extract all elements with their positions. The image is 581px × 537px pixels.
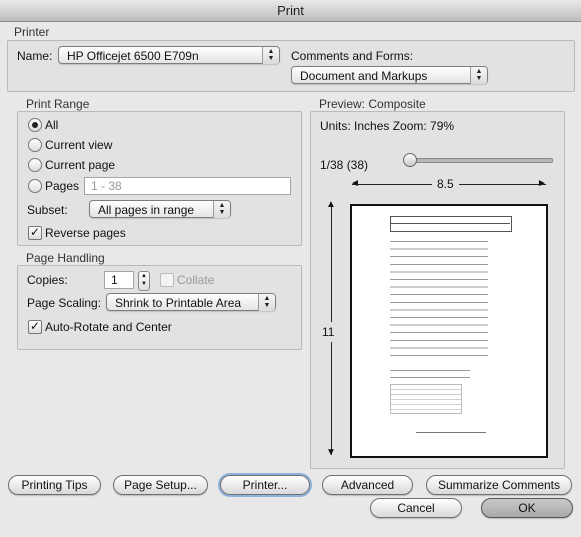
- advanced-button[interactable]: Advanced: [322, 475, 413, 495]
- collate-label: Collate: [177, 273, 215, 287]
- radio-all[interactable]: [28, 118, 42, 132]
- radio-current-page[interactable]: [28, 158, 42, 172]
- reverse-pages-label: Reverse pages: [45, 226, 126, 240]
- printer-name-popup[interactable]: HP Officejet 6500 E709n ▲ ▼: [58, 46, 280, 64]
- copies-label: Copies:: [27, 273, 68, 287]
- page-setup-button[interactable]: Page Setup...: [113, 475, 208, 495]
- thumb-form-image: [390, 384, 462, 414]
- subset-value: All pages in range: [98, 203, 195, 217]
- page-slider-track[interactable]: [405, 158, 553, 163]
- page-scaling-label: Page Scaling:: [27, 296, 102, 310]
- printer-name-value: HP Officejet 6500 E709n: [67, 49, 199, 63]
- down-arrow-icon: ▼: [326, 447, 336, 458]
- right-arrow-icon: ►: [537, 178, 547, 189]
- units-zoom-text: Units: Inches Zoom: 79%: [320, 119, 455, 133]
- ok-button[interactable]: OK: [481, 498, 573, 518]
- page-counter: 1/38 (38): [320, 158, 369, 172]
- stepper-arrows-icon[interactable]: ▲ ▼: [138, 271, 150, 291]
- radio-all-label: All: [45, 118, 59, 132]
- up-down-chevron-icon: ▲ ▼: [262, 47, 279, 64]
- radio-pages-label: Pages: [45, 179, 80, 193]
- up-down-chevron-icon: ▲ ▼: [470, 67, 487, 84]
- page-scaling-popup[interactable]: Shrink to Printable Area ▲ ▼: [106, 293, 276, 311]
- radio-current-view-label: Current view: [45, 138, 113, 152]
- up-down-chevron-icon: ▲ ▼: [258, 294, 275, 311]
- up-arrow-icon: ▲: [326, 199, 336, 210]
- printer-button[interactable]: Printer...: [220, 475, 310, 495]
- height-dimension-label: 11: [322, 322, 335, 342]
- pages-input[interactable]: 1 - 38: [84, 177, 291, 195]
- cancel-button[interactable]: Cancel: [370, 498, 462, 518]
- page-slider-knob[interactable]: [403, 153, 417, 167]
- page-handling-label: Page Handling: [26, 251, 105, 265]
- preview-page-thumbnail: [350, 204, 548, 458]
- reverse-pages-checkbox[interactable]: ✓: [28, 226, 42, 240]
- thumb-line: [390, 223, 510, 224]
- checkmark-icon: ✓: [29, 225, 41, 239]
- radio-current-view[interactable]: [28, 138, 42, 152]
- subset-label: Subset:: [27, 203, 68, 217]
- comments-forms-label: Comments and Forms:: [291, 49, 414, 63]
- printer-name-label: Name:: [17, 49, 53, 63]
- thumb-notes: [390, 366, 470, 380]
- radio-pages[interactable]: [28, 179, 42, 193]
- radio-current-page-label: Current page: [45, 158, 116, 172]
- left-arrow-icon: ◄: [350, 178, 360, 189]
- copies-input[interactable]: 1: [104, 271, 134, 289]
- subset-popup[interactable]: All pages in range ▲ ▼: [89, 200, 231, 218]
- thumb-header-box: [390, 216, 512, 232]
- summarize-comments-button[interactable]: Summarize Comments: [426, 475, 572, 495]
- print-range-label: Print Range: [26, 97, 90, 111]
- preview-label: Preview: Composite: [319, 97, 426, 111]
- printing-tips-button[interactable]: Printing Tips: [8, 475, 101, 495]
- page-scaling-value: Shrink to Printable Area: [115, 296, 242, 310]
- checkmark-icon: ✓: [29, 319, 41, 333]
- collate-checkbox[interactable]: [160, 273, 174, 287]
- printer-section-label: Printer: [14, 25, 50, 39]
- auto-rotate-checkbox[interactable]: ✓: [28, 320, 42, 334]
- thumb-text-column-left: [390, 236, 444, 356]
- thumb-footer-line: [416, 432, 486, 433]
- comments-forms-value: Document and Markups: [300, 69, 428, 83]
- window-title: Print: [0, 0, 581, 22]
- width-dimension-label: 8.5: [432, 177, 459, 191]
- comments-forms-popup[interactable]: Document and Markups ▲ ▼: [291, 66, 488, 84]
- thumb-text-column-right: [440, 236, 488, 356]
- up-down-chevron-icon: ▲ ▼: [213, 201, 230, 218]
- auto-rotate-label: Auto-Rotate and Center: [45, 320, 172, 334]
